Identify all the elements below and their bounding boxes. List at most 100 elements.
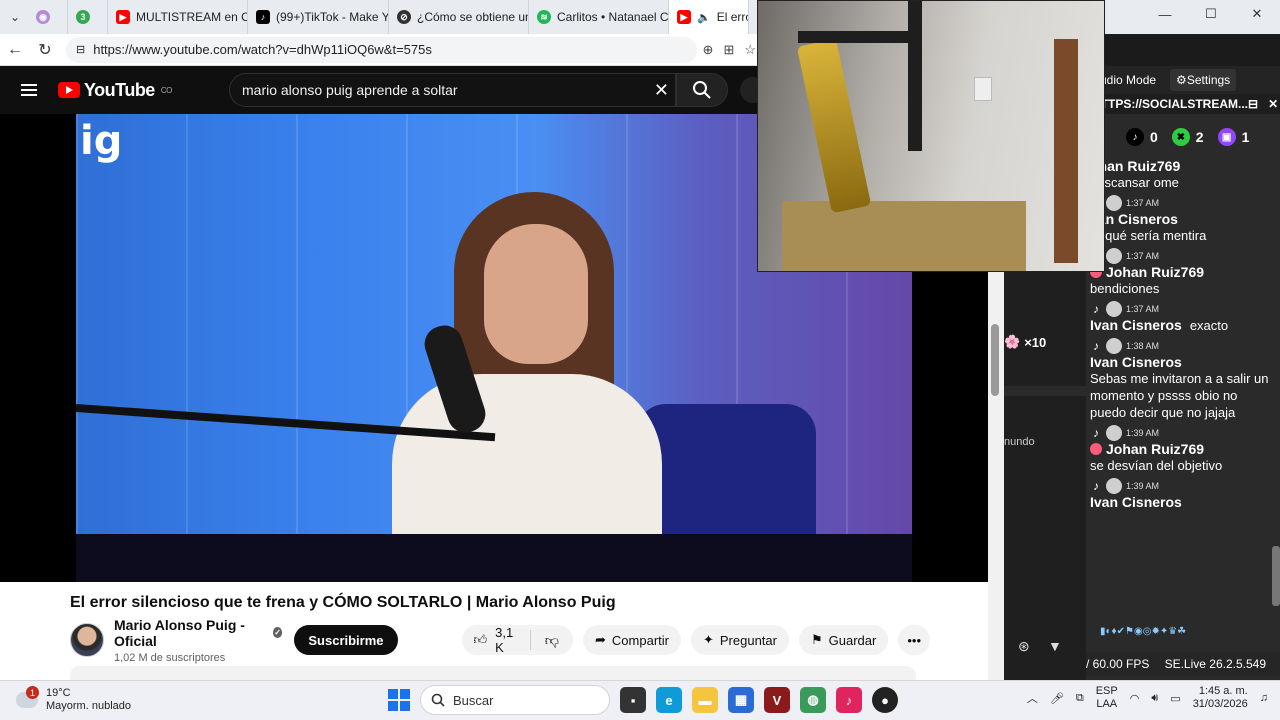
scrollbar-thumb[interactable] bbox=[991, 324, 999, 396]
obs-icon[interactable]: ● bbox=[872, 687, 898, 713]
sparkle-icon: ✦ bbox=[702, 632, 714, 647]
chat-time: 1:39 AM bbox=[1126, 481, 1160, 491]
search-button[interactable] bbox=[676, 73, 728, 107]
shield-app-icon[interactable]: V bbox=[764, 687, 790, 713]
chat-status-bar: / 60.00 FPS SE.Live 26.2.5.549 bbox=[1086, 652, 1280, 676]
edge-icon[interactable]: e bbox=[656, 687, 682, 713]
close-icon[interactable]: ✕ bbox=[1234, 0, 1280, 28]
chat-messages: ohan Ruiz769 descansar ome ♪1:37 AM van … bbox=[1090, 140, 1270, 514]
language-indicator[interactable]: ESP LAA bbox=[1096, 685, 1118, 711]
tab-active-youtube[interactable]: ▶ 🔈 El error bbox=[669, 0, 749, 34]
chat-settings-button[interactable]: ⚙Settings bbox=[1170, 69, 1237, 91]
channel-avatar[interactable] bbox=[70, 623, 104, 657]
lang-bottom: LAA bbox=[1096, 698, 1118, 710]
share-button[interactable]: ➦ Compartir bbox=[583, 625, 681, 655]
partial-text: nundo bbox=[1004, 436, 1035, 448]
clear-icon[interactable]: ✕ bbox=[654, 80, 669, 101]
tab-spotify[interactable]: ≋ Carlitos • Natanael C bbox=[529, 0, 669, 34]
battery-icon[interactable]: ▭ bbox=[1170, 692, 1180, 705]
save-label: Guardar bbox=[828, 632, 877, 648]
ask-button[interactable]: ✦ Preguntar bbox=[690, 625, 789, 655]
search-icon bbox=[431, 693, 445, 707]
search-input[interactable]: mario alonso puig aprende a soltar ✕ bbox=[229, 73, 676, 107]
windows-taskbar: 1 19°C Mayorm. nublado Buscar ▪ e ▬ ▦ V … bbox=[0, 680, 1280, 720]
volume-icon[interactable]: 🔊︎ bbox=[1151, 692, 1158, 705]
chat-time: 1:37 AM bbox=[1126, 251, 1160, 261]
chat-username: Ivan Cisneros bbox=[1090, 354, 1182, 370]
tiktok-icon[interactable]: ♪ bbox=[836, 687, 862, 713]
audio-mode-button[interactable]: udio Mode bbox=[1100, 73, 1156, 87]
display-icon[interactable]: ⧉ bbox=[1076, 692, 1084, 705]
social-stream-chat: udio Mode ⚙Settings HTTPS://SOCIALSTREAM… bbox=[1086, 66, 1280, 680]
star-icon[interactable]: ☆ bbox=[744, 42, 756, 58]
back-arrow-icon[interactable]: ← bbox=[0, 35, 30, 65]
menu-icon[interactable] bbox=[0, 89, 58, 91]
avatar bbox=[1106, 248, 1122, 264]
gift-icon: 🌸 bbox=[1004, 334, 1021, 349]
tiktok-icon: ♪ bbox=[1093, 479, 1099, 493]
ask-label: Preguntar bbox=[719, 632, 777, 648]
window-controls: — ☐ ✕ bbox=[1142, 0, 1280, 28]
clock-time: 1:45 a. m. bbox=[1198, 685, 1248, 697]
extensions-icon[interactable]: ⊞ bbox=[723, 42, 734, 58]
file-explorer-icon[interactable]: ▬ bbox=[692, 687, 718, 713]
tiktok-count-value: 0 bbox=[1150, 129, 1158, 145]
reload-icon[interactable]: ↻ bbox=[30, 35, 60, 65]
clock[interactable]: 1:45 a. m. 31/03/2026 bbox=[1193, 685, 1248, 711]
notification-bell-icon[interactable]: ♫ bbox=[1260, 692, 1268, 704]
description-box[interactable] bbox=[70, 666, 916, 680]
chat-scrollbar[interactable] bbox=[1272, 546, 1280, 606]
chevron-up-icon[interactable]: ︿ bbox=[1027, 690, 1038, 706]
maximize-icon[interactable]: ☐ bbox=[1188, 0, 1234, 28]
tab-multistream[interactable]: ▶ MULTISTREAM en OB bbox=[108, 0, 248, 34]
like-button[interactable]: 👍︎ 3,1 K bbox=[462, 625, 531, 655]
globe-icon: ⊘ bbox=[397, 10, 411, 24]
subscribe-button[interactable]: Suscribirme bbox=[294, 625, 398, 655]
dislike-button[interactable]: 👎︎ bbox=[531, 632, 573, 649]
chat-username: Ivan Cisneros bbox=[1090, 494, 1182, 510]
wooden-door bbox=[1054, 39, 1078, 263]
microphone-icon[interactable]: 🎤︎ bbox=[1050, 692, 1064, 705]
channel-name[interactable]: Mario Alonso Puig - Oficial ✓ bbox=[114, 617, 283, 649]
chat-message: ♪ 1:38 AM Ivan Cisneros Sebas me invitaro… bbox=[1090, 338, 1270, 421]
system-tray: ︿ 🎤︎ ⧉ ESP LAA ◠ 🔊︎ ▭ 1:45 a. m. 31/03/2… bbox=[1027, 685, 1268, 711]
youtube-icon: ▶ bbox=[116, 10, 130, 24]
settings-icon[interactable]: ⊛ bbox=[1018, 638, 1030, 655]
video-info: El error silencioso que te frena y CÓMO … bbox=[70, 594, 616, 612]
chat-message: ♪ 1:37 AM Ivan Cisneros exacto bbox=[1090, 301, 1270, 334]
chat-username: ohan Ruiz769 bbox=[1090, 158, 1181, 174]
bookmark-icon: ⚑ bbox=[810, 632, 823, 647]
weather-widget[interactable]: 1 19°C Mayorm. nublado bbox=[16, 686, 131, 713]
tab-notes[interactable]: 3 bbox=[68, 0, 108, 34]
social-stream-icon[interactable]: ◍ bbox=[800, 687, 826, 713]
taskbar-search[interactable]: Buscar bbox=[420, 685, 610, 715]
more-actions-button[interactable]: ••• bbox=[898, 625, 930, 655]
site-info-icon[interactable]: ⊟ bbox=[76, 43, 85, 56]
windows-start-icon[interactable] bbox=[388, 689, 410, 711]
tab-tiktok[interactable]: ♪ (99+)TikTok - Make Y bbox=[248, 0, 389, 34]
more-icon: ••• bbox=[907, 632, 921, 648]
xbox-count: ✖ 2 bbox=[1171, 128, 1204, 146]
chat-text: se desvían del objetivo bbox=[1090, 458, 1223, 473]
avatar bbox=[1106, 301, 1122, 317]
terminal-icon[interactable]: ▪ bbox=[620, 687, 646, 713]
popout-icon[interactable]: ⊟ bbox=[1248, 97, 1258, 111]
store-icon[interactable]: ▦ bbox=[728, 687, 754, 713]
close-icon[interactable]: ✕ bbox=[1268, 97, 1278, 111]
chat-time: 1:38 AM bbox=[1126, 341, 1160, 351]
minimize-icon[interactable]: — bbox=[1142, 0, 1188, 28]
url-field[interactable]: ⊟ https://www.youtube.com/watch?v=dhWp11… bbox=[66, 36, 697, 63]
tab-como[interactable]: ⊘ ¿Cómo se obtiene un bbox=[389, 0, 529, 34]
thumbs-down-icon: 👎︎ bbox=[544, 631, 559, 648]
tab-camera[interactable]: ◉ bbox=[28, 0, 68, 34]
save-button[interactable]: ⚑ Guardar bbox=[798, 625, 889, 655]
video-title: El error silencioso que te frena y CÓMO … bbox=[70, 594, 616, 611]
avatar bbox=[1106, 195, 1122, 211]
translate-icon[interactable]: ⊕ bbox=[703, 42, 714, 58]
wifi-icon[interactable]: ◠ bbox=[1130, 692, 1140, 705]
avatar bbox=[1106, 425, 1122, 441]
youtube-logo[interactable]: YouTube CO bbox=[58, 80, 172, 101]
tab-list-chevron-icon[interactable]: ⌄ bbox=[2, 4, 28, 30]
settings-label: Settings bbox=[1186, 73, 1231, 87]
filter-icon[interactable]: ▼ bbox=[1048, 638, 1062, 654]
